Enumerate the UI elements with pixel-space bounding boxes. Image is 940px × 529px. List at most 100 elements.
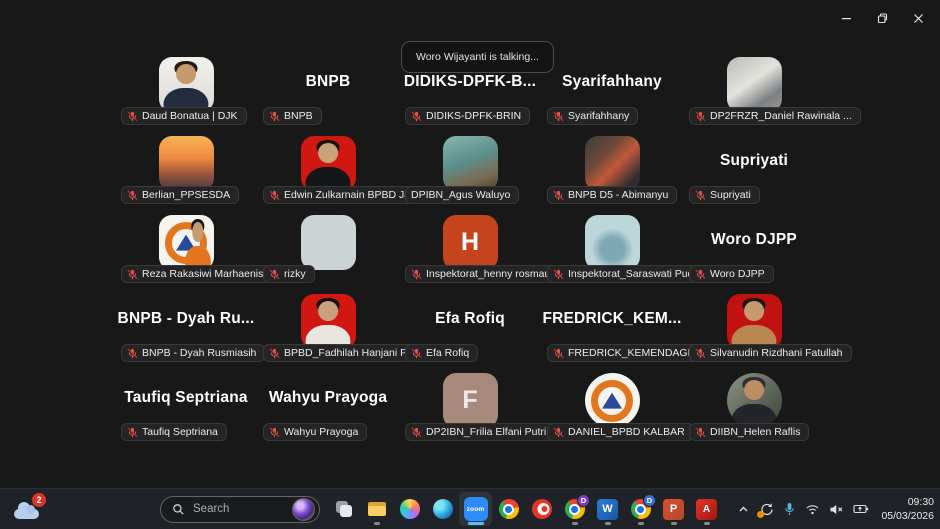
tray-wifi-icon[interactable] — [805, 503, 820, 516]
participant-avatar — [727, 57, 782, 112]
participant-tile[interactable]: SupriyatiSupriyati — [683, 129, 825, 208]
taskbar-clock[interactable]: 09:30 05/03/2026 — [881, 495, 934, 523]
participant-label: DIIBN_Helen Raflis — [689, 423, 809, 441]
chrome-taskbar-button[interactable] — [492, 492, 525, 526]
participant-label: DANIEL_BPBD KALBAR — [547, 423, 694, 441]
participant-tile[interactable]: Taufiq SeptrianaTaufiq Septriana — [115, 366, 257, 445]
participant-tile[interactable]: HInspektorat_henny rosmauli — [399, 208, 541, 287]
participant-label-text: BPBD_Fadhilah Hanjani Putri — [284, 347, 422, 359]
person-silhouette — [301, 294, 356, 349]
head-shape — [318, 143, 338, 163]
participant-tile[interactable]: DP2FRZR_Daniel Rawinala ... — [683, 50, 825, 129]
participant-tile[interactable]: Wahyu PrayogaWahyu Prayoga — [257, 366, 399, 445]
chrome-taskbar-button[interactable]: D — [624, 492, 657, 526]
participant-avatar — [727, 373, 782, 428]
participant-label-text: DIDIKS-DPFK-BRIN — [426, 110, 521, 122]
participant-tile[interactable]: FREDRICK_KEM...FREDRICK_KEMENDAGRI — [541, 287, 683, 366]
muted-mic-icon — [411, 427, 422, 438]
copilot-taskbar-button[interactable] — [393, 492, 426, 526]
participant-tile[interactable]: Silvanudin Rizdhani Fatullah — [683, 287, 825, 366]
participant-tile[interactable]: Efa RofiqEfa Rofiq — [399, 287, 541, 366]
tray-microphone-icon[interactable] — [783, 502, 796, 516]
restore-icon — [877, 13, 888, 24]
participant-display-name: Woro DJPP — [711, 231, 797, 249]
participant-label-text: BNPB D5 - Abimanyu — [568, 189, 668, 201]
edge-taskbar-button[interactable] — [426, 492, 459, 526]
participant-tile[interactable]: BPBD_Fadhilah Hanjani Putri — [257, 287, 399, 366]
tray-battery-icon[interactable] — [853, 503, 869, 515]
search-highlight-image — [292, 498, 315, 521]
participant-tile[interactable]: Edwin Zulkarnain BPBD Jabar — [257, 129, 399, 208]
participant-tile[interactable]: BNPB D5 - Abimanyu — [541, 129, 683, 208]
muted-mic-icon — [127, 427, 138, 438]
participant-tile[interactable]: FDP2IBN_Frilia Elfani Putri — [399, 366, 541, 445]
participant-tile[interactable]: SyarifahhanySyarifahhany — [541, 50, 683, 129]
muted-mic-icon — [127, 111, 138, 122]
participant-tile[interactable]: BNPB - Dyah Ru...BNPB - Dyah Rusmiasih — [115, 287, 257, 366]
participant-tile[interactable]: DPIBN_Agus Waluyo — [399, 129, 541, 208]
powerpoint-taskbar-button[interactable]: P — [657, 492, 690, 526]
task-view-taskbar-button[interactable] — [327, 492, 360, 526]
weather-widget[interactable]: 2 — [14, 496, 46, 522]
participant-label: BNPB - Dyah Rusmiasih — [121, 344, 265, 362]
muted-mic-icon — [127, 190, 138, 201]
tray-volume-muted-icon[interactable] — [829, 503, 844, 516]
participant-label: rizky — [263, 265, 315, 283]
participant-tile[interactable]: DIIBN_Helen Raflis — [683, 366, 825, 445]
avatar-letter: H — [461, 228, 479, 257]
close-button[interactable] — [900, 5, 936, 31]
cloud-icon — [14, 509, 39, 519]
minimize-button[interactable] — [828, 5, 864, 31]
running-indicator — [468, 522, 484, 525]
muted-mic-icon — [411, 269, 422, 280]
search-icon — [172, 503, 185, 516]
participant-label-text: rizky — [284, 268, 306, 280]
participant-tile[interactable]: DANIEL_BPBD KALBAR — [541, 366, 683, 445]
muted-mic-icon — [695, 348, 706, 359]
word-taskbar-button[interactable]: W — [591, 492, 624, 526]
edge-icon — [433, 499, 453, 519]
participant-tile[interactable]: Daud Bonatua | DJK — [115, 50, 257, 129]
restore-button[interactable] — [864, 5, 900, 31]
participant-tile[interactable]: Reza Rakasiwi Marhaenissa — [115, 208, 257, 287]
participant-tile[interactable]: BNPBBNPB — [257, 50, 399, 129]
acrobat-taskbar-button[interactable]: A — [690, 492, 723, 526]
tray-update-icon[interactable] — [759, 502, 774, 517]
zoom-taskbar-button[interactable]: zoom — [459, 492, 492, 526]
muted-mic-icon — [411, 348, 422, 359]
participant-avatar — [443, 136, 498, 191]
tray-chevron-up[interactable] — [737, 503, 750, 516]
search-box[interactable]: Search — [160, 496, 320, 523]
participant-label: Supriyati — [689, 186, 760, 204]
start-button[interactable] — [120, 492, 153, 526]
participant-display-name: FREDRICK_KEM... — [542, 310, 681, 328]
participant-tile[interactable]: Woro DJPPWoro DJPP — [683, 208, 825, 287]
participant-avatar — [159, 215, 214, 270]
participant-label-text: Inspektorat_henny rosmauli — [426, 268, 555, 280]
participant-label: Wahyu Prayoga — [263, 423, 367, 441]
person-silhouette — [182, 215, 214, 270]
red-browser-taskbar-button[interactable] — [525, 492, 558, 526]
participant-label: Berlian_PPSESDA — [121, 186, 239, 204]
participant-label-text: DIIBN_Helen Raflis — [710, 426, 800, 438]
participant-tile[interactable]: rizky — [257, 208, 399, 287]
head-shape — [744, 301, 764, 321]
participant-tile[interactable]: Inspektorat_Saraswati Pudji ... — [541, 208, 683, 287]
avatar-letter: F — [462, 386, 477, 415]
participant-grid: Daud Bonatua | DJKBNPBBNPB DIDIKS-DPFK-B.… — [115, 50, 825, 445]
participant-label-text: FREDRICK_KEMENDAGRI — [568, 347, 698, 359]
participant-avatar — [301, 136, 356, 191]
participant-display-name: Efa Rofiq — [435, 310, 505, 328]
bpbd-logo-triangle-icon — [602, 392, 622, 408]
file-explorer-taskbar-button[interactable] — [360, 492, 393, 526]
participant-tile[interactable]: Berlian_PPSESDA — [115, 129, 257, 208]
head-shape — [176, 64, 196, 84]
participant-display-name: DIDIKS-DPFK-B... — [404, 73, 536, 91]
participant-label-text: Silvanudin Rizdhani Fatullah — [710, 347, 843, 359]
running-indicator — [671, 522, 677, 525]
chrome-taskbar-button[interactable]: D — [558, 492, 591, 526]
participant-display-name: Taufiq Septriana — [124, 389, 247, 407]
participant-display-name: BNPB — [306, 73, 351, 91]
muted-mic-icon — [127, 348, 138, 359]
muted-mic-icon — [553, 269, 564, 280]
